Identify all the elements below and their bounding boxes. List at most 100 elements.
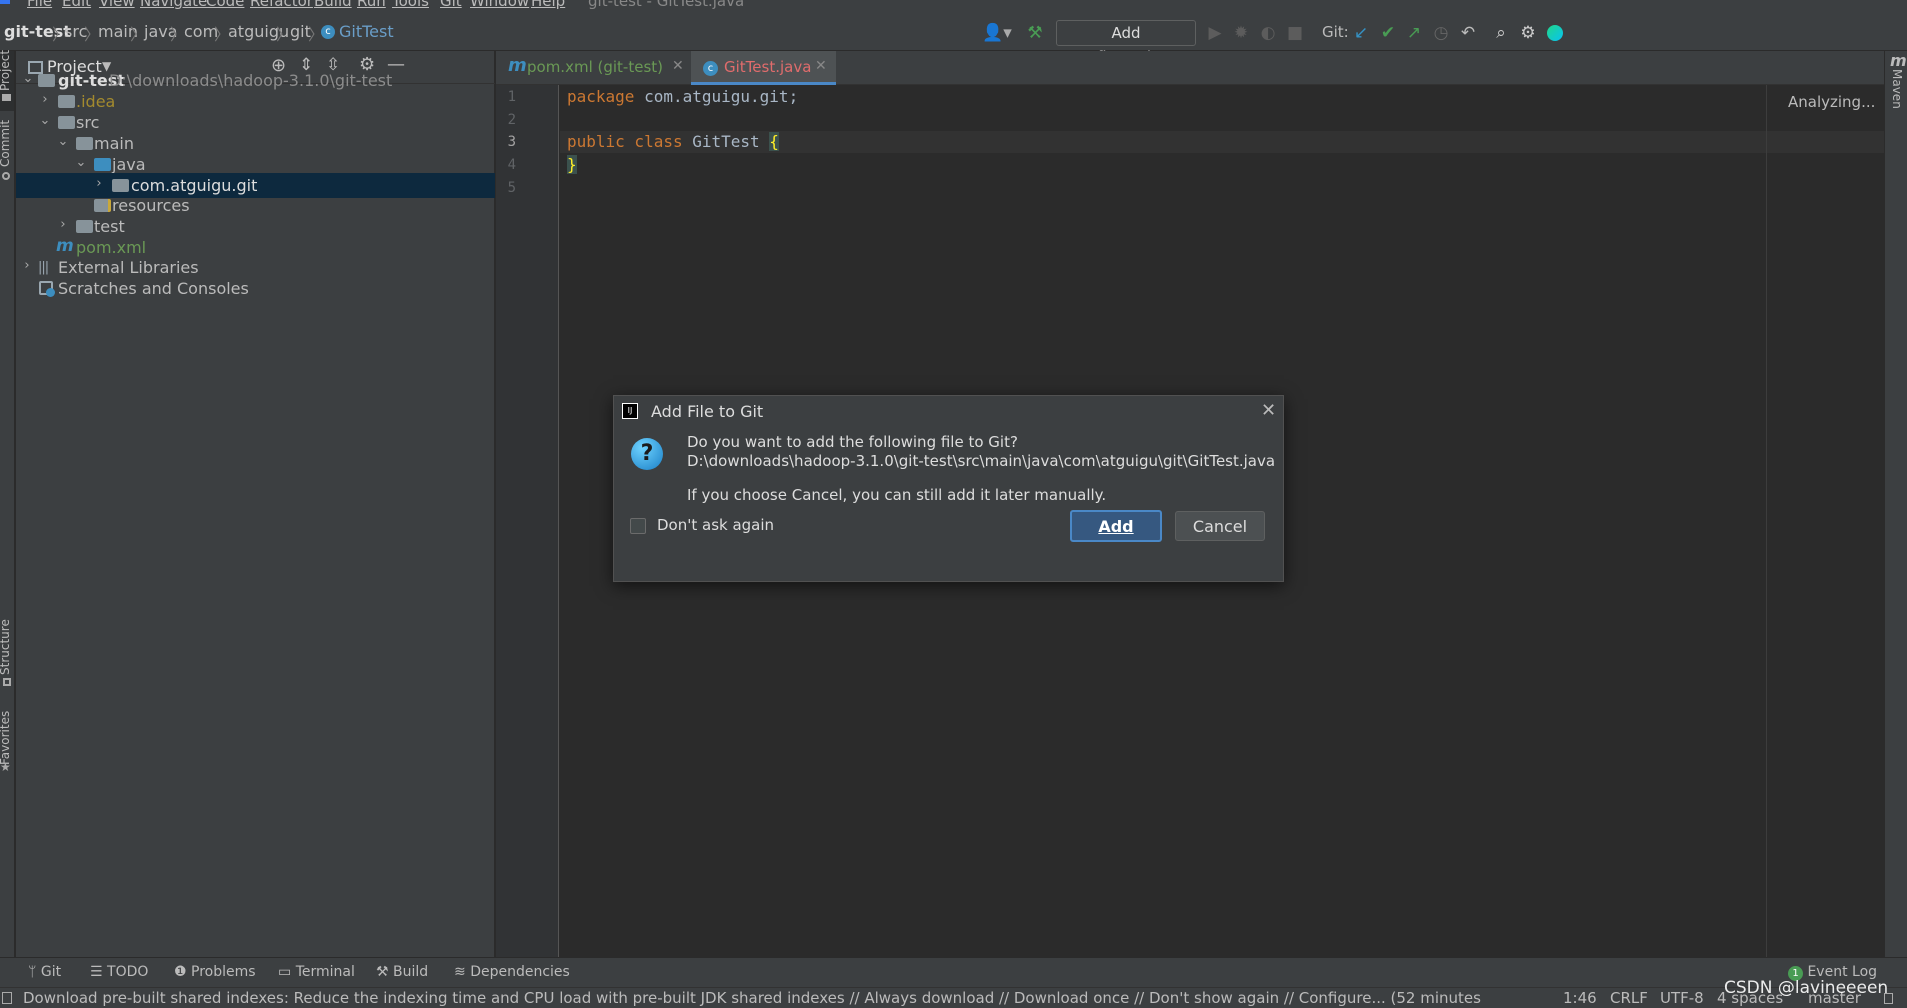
tree-label: test <box>94 217 125 236</box>
keyword-public-class: public class <box>567 132 683 151</box>
tree-label: External Libraries <box>58 258 199 277</box>
settings-gear-icon[interactable]: ⚙ <box>1517 22 1539 44</box>
dont-ask-checkbox[interactable] <box>630 518 646 534</box>
git-push-icon[interactable]: ↗ <box>1403 22 1425 44</box>
search-icon[interactable]: ⌕ <box>1490 22 1512 44</box>
favorites-tool-label[interactable]: Favorites <box>0 711 12 765</box>
git-commit-icon[interactable]: ✔ <box>1377 22 1399 44</box>
terminal-tool-tab[interactable]: ▭ Terminal <box>278 964 355 980</box>
breadcrumb-class[interactable]: GitTest <box>339 22 394 41</box>
problems-tool-tab[interactable]: ❶ Problems <box>174 964 256 980</box>
menu-build[interactable]: Build <box>314 0 352 10</box>
coverage-icon[interactable]: ◐ <box>1257 22 1279 44</box>
add-button[interactable]: Add <box>1070 510 1162 542</box>
menu-file[interactable]: File <box>27 0 52 10</box>
project-panel: Project ▼ ⊕ ⇕ ⇳ ⚙ — ⌄ git-test D:\downlo… <box>16 51 495 957</box>
git-toolbar-label: Git: <box>1322 23 1349 41</box>
chevron-down-icon[interactable]: ⌄ <box>38 113 52 128</box>
maven-tool-label[interactable]: Maven <box>1890 69 1904 109</box>
maven-file-icon: m <box>56 236 74 256</box>
run-icon[interactable]: ▶ <box>1204 22 1226 44</box>
project-tool-label[interactable]: Project <box>0 50 12 91</box>
user-icon[interactable]: 👤▾ <box>982 22 1012 44</box>
caret-position[interactable]: 1:46 <box>1563 989 1597 1007</box>
build-hammer-icon[interactable]: ⚒ <box>1024 22 1046 44</box>
dialog-note: If you choose Cancel, you can still add … <box>687 486 1107 504</box>
chevron-down-icon[interactable]: ⌄ <box>21 71 35 86</box>
tool-label: Dependencies <box>470 964 570 980</box>
folder-icon <box>58 116 75 129</box>
close-icon[interactable]: ✕ <box>1261 400 1276 421</box>
stop-icon[interactable]: ■ <box>1284 22 1306 44</box>
tree-path: D:\downloads\hadoop-3.1.0\git-test <box>109 71 393 90</box>
line-separator[interactable]: CRLF <box>1610 989 1648 1007</box>
build-tool-tab[interactable]: ⚒ Build <box>376 964 428 980</box>
tool-label: Terminal <box>295 964 355 980</box>
left-tool-strip: Project Commit Structure Favorites ★ <box>0 50 15 957</box>
status-message[interactable]: Download pre-built shared indexes: Reduc… <box>23 989 1483 1007</box>
menu-help[interactable]: Help <box>531 0 565 10</box>
menu-refactor[interactable]: Refactor <box>250 0 313 10</box>
chevron-down-icon[interactable]: ⌄ <box>74 155 88 170</box>
project-folder-icon <box>38 74 55 87</box>
menu-view[interactable]: View <box>99 0 135 10</box>
commit-icon <box>2 172 10 180</box>
add-configuration-button[interactable]: Add Configuration... <box>1056 20 1196 66</box>
build-hammer-icon: ⚒ <box>376 964 389 980</box>
menu-code[interactable]: Code <box>206 0 244 10</box>
menu-run[interactable]: Run <box>357 0 386 10</box>
folder-icon <box>76 220 93 233</box>
package-icon <box>112 179 129 192</box>
code-line-1: package com.atguigu.git; <box>567 87 798 106</box>
chevron-right-icon[interactable]: › <box>20 258 34 273</box>
git-update-icon[interactable]: ↙ <box>1350 22 1372 44</box>
line-number: 2 <box>507 112 516 128</box>
menu-tools[interactable]: Tools <box>392 0 429 10</box>
todo-tool-tab[interactable]: ☰ TODO <box>90 964 148 980</box>
tree-label: main <box>94 134 134 153</box>
dependencies-tool-tab[interactable]: ≋ Dependencies <box>454 964 570 980</box>
chevron-right-icon[interactable]: › <box>92 176 106 191</box>
chevron-right-icon[interactable]: › <box>56 217 70 232</box>
tab-pom-xml[interactable]: m pom.xml (git-test) ✕ <box>496 51 691 85</box>
close-brace: } <box>567 155 577 174</box>
file-encoding[interactable]: UTF-8 <box>1660 989 1704 1007</box>
tree-label: Scratches and Consoles <box>58 279 249 298</box>
tree-label: src <box>76 113 100 132</box>
commit-tool-label[interactable]: Commit <box>0 120 12 167</box>
debug-icon[interactable]: ✹ <box>1230 22 1252 44</box>
package-name: com.atguigu.git; <box>634 87 799 106</box>
tree-label: resources <box>112 196 190 215</box>
line-number: 3 <box>507 134 516 150</box>
folder-icon <box>2 94 11 101</box>
maven-icon: m <box>1890 51 1907 70</box>
status-bar: Download pre-built shared indexes: Reduc… <box>0 987 1907 1008</box>
git-tool-tab[interactable]: ᛘ Git <box>28 964 61 980</box>
terminal-icon: ▭ <box>278 964 292 980</box>
cancel-button[interactable]: Cancel <box>1175 511 1265 541</box>
chevron-down-icon[interactable]: ⌄ <box>56 134 70 149</box>
resources-folder-icon <box>94 199 111 212</box>
git-history-icon[interactable]: ◷ <box>1430 22 1452 44</box>
menu-navigate[interactable]: Navigate <box>140 0 207 10</box>
tab-gittest-java[interactable]: c GitTest.java ✕ <box>691 51 836 85</box>
close-icon[interactable]: ✕ <box>815 58 827 74</box>
close-icon[interactable]: ✕ <box>672 58 684 74</box>
dont-ask-label[interactable]: Don't ask again <box>657 516 774 534</box>
question-icon: ? <box>631 438 663 470</box>
folder-icon <box>76 137 93 150</box>
status-toggle-icon[interactable] <box>2 992 12 1004</box>
chevron-right-icon[interactable]: › <box>38 92 52 107</box>
jetbrains-logo-icon[interactable] <box>1544 22 1566 44</box>
problems-icon: ❶ <box>174 964 187 980</box>
structure-tool-label[interactable]: Structure <box>0 619 12 675</box>
menu-window[interactable]: Window <box>470 0 529 10</box>
menu-git[interactable]: Git <box>440 0 462 10</box>
menu-edit[interactable]: Edit <box>62 0 91 10</box>
git-rollback-icon[interactable]: ↶ <box>1457 22 1479 44</box>
line-number: 1 <box>507 89 516 105</box>
tool-label: TODO <box>107 964 149 980</box>
tool-label: Problems <box>191 964 256 980</box>
editor-gutter: 1 2 3 4 5 <box>496 85 559 957</box>
tree-row-scratches[interactable]: Scratches and Consoles <box>16 276 495 301</box>
